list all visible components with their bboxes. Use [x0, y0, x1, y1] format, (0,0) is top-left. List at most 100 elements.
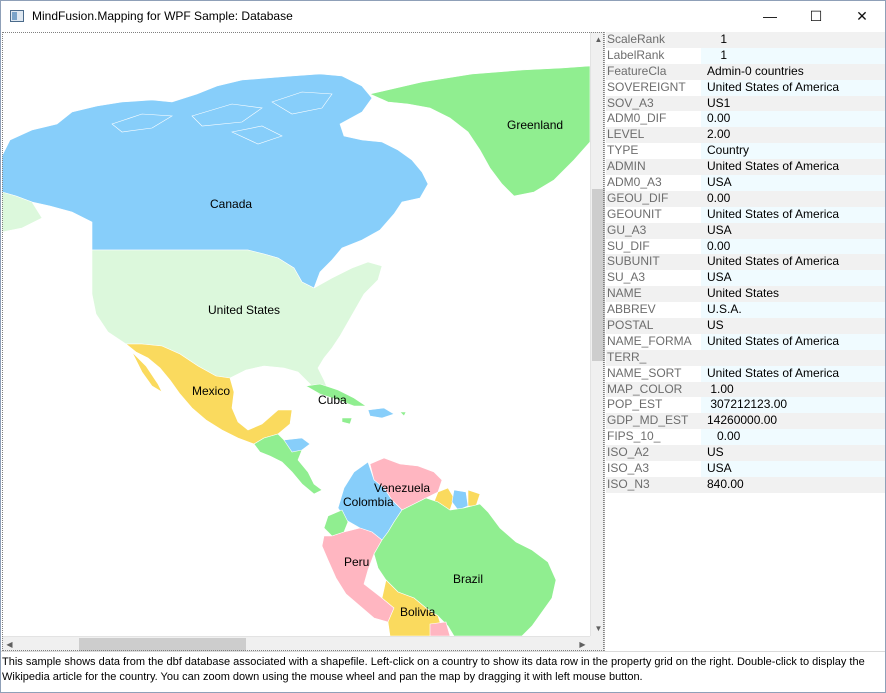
country-suriname[interactable] — [451, 489, 469, 511]
property-row[interactable]: SUBUNIT United States of America — [606, 254, 885, 271]
property-row[interactable]: SU_DIF 0.00 — [606, 238, 885, 255]
property-value[interactable]: United States — [701, 286, 885, 303]
property-key: SU_DIF — [607, 238, 650, 253]
property-row[interactable]: SOVEREIGNT United States of America — [606, 79, 885, 96]
property-value[interactable]: 1 — [701, 32, 885, 48]
property-value[interactable]: 14260000.00 — [701, 413, 885, 430]
property-row[interactable]: FIPS_10_ 0.00 — [606, 429, 885, 446]
property-key: TERR_ — [607, 349, 647, 364]
property-row[interactable]: ADMIN United States of America — [606, 159, 885, 176]
property-key: ADM0_DIF — [607, 111, 667, 126]
property-value[interactable] — [701, 349, 885, 366]
property-key: GEOU_DIF — [607, 190, 669, 205]
map-horizontal-scrollbar[interactable]: ◀ ▶ — [2, 636, 590, 651]
property-key: ADM0_A3 — [607, 175, 662, 190]
property-value[interactable]: Country — [701, 143, 885, 160]
property-row[interactable]: LEVEL 2.00 — [606, 127, 885, 144]
map-canvas[interactable]: Greenland Canada United States Mexico Cu… — [2, 32, 590, 636]
app-icon[interactable] — [10, 10, 24, 22]
property-value[interactable]: USA — [701, 461, 885, 477]
property-value[interactable]: USA — [701, 222, 885, 239]
scroll-right-icon[interactable]: ▶ — [575, 637, 590, 652]
property-row[interactable]: SU_A3 USA — [606, 270, 885, 287]
property-key: FIPS_10_ — [607, 429, 661, 444]
country-french-guiana[interactable] — [467, 489, 481, 507]
property-row[interactable]: NAME_FORMA United States of America — [606, 333, 885, 350]
country-hispaniola[interactable] — [367, 407, 395, 419]
property-value[interactable]: 307212123.00 — [701, 397, 885, 414]
property-row[interactable]: GEOU_DIF 0.00 — [606, 190, 885, 207]
property-value[interactable]: 840.00 — [701, 476, 885, 493]
property-row[interactable]: NAME_SORT United States of America — [606, 365, 885, 382]
map-vertical-scrollbar[interactable]: ▲ ▼ — [590, 32, 605, 636]
maximize-button[interactable]: ☐ — [793, 1, 839, 31]
property-value[interactable]: 2.00 — [701, 127, 885, 144]
property-key: SUBUNIT — [607, 254, 660, 269]
property-row[interactable]: ISO_A3 USA — [606, 461, 885, 477]
property-key: NAME_SORT — [607, 365, 682, 380]
property-value[interactable]: US1 — [701, 95, 885, 112]
close-button[interactable]: ✕ — [839, 1, 885, 31]
property-row[interactable]: POP_EST 307212123.00 — [606, 397, 885, 414]
property-key: GEOUNIT — [607, 206, 662, 221]
property-key: ABBREV — [607, 302, 656, 317]
property-value[interactable]: 0.00 — [701, 238, 885, 255]
property-value[interactable]: 0.00 — [701, 429, 885, 446]
label-canada: Canada — [210, 197, 252, 211]
property-row[interactable]: GDP_MD_EST 14260000.00 — [606, 413, 885, 430]
property-row[interactable]: ABBREV U.S.A. — [606, 302, 885, 319]
property-row[interactable]: POSTAL US — [606, 318, 885, 334]
window-title: MindFusion.Mapping for WPF Sample: Datab… — [32, 9, 293, 23]
minimize-button[interactable]: — — [747, 1, 793, 31]
property-row[interactable]: ADM0_A3 USA — [606, 175, 885, 191]
property-value[interactable]: United States of America — [701, 254, 885, 271]
property-value[interactable]: 0.00 — [701, 111, 885, 128]
property-value[interactable]: United States of America — [701, 333, 885, 350]
property-value[interactable]: United States of America — [701, 206, 885, 223]
property-value[interactable]: U.S.A. — [701, 302, 885, 319]
property-key: ISO_N3 — [607, 476, 650, 491]
property-key: MAP_COLOR — [607, 381, 683, 396]
map-view[interactable]: Greenland Canada United States Mexico Cu… — [2, 32, 590, 636]
country-united-states[interactable] — [91, 249, 383, 397]
property-key: GU_A3 — [607, 222, 647, 237]
property-row[interactable]: ADM0_DIF 0.00 — [606, 111, 885, 128]
property-key: ScaleRank — [607, 32, 666, 46]
property-row[interactable]: ISO_A2 US — [606, 445, 885, 462]
property-key: SU_A3 — [607, 270, 646, 285]
property-row[interactable]: SOV_A3 US1 — [606, 95, 885, 112]
label-cuba: Cuba — [318, 393, 347, 407]
property-row[interactable]: GEOUNIT United States of America — [606, 206, 885, 223]
property-key: POP_EST — [607, 397, 663, 412]
property-key: SOV_A3 — [607, 95, 654, 110]
label-venezuela: Venezuela — [374, 481, 430, 495]
property-value[interactable]: US — [701, 445, 885, 462]
title-bar[interactable]: MindFusion.Mapping for WPF Sample: Datab… — [1, 1, 885, 31]
property-key: LabelRank — [607, 47, 665, 62]
instructions-text: This sample shows data from the dbf data… — [1, 651, 885, 693]
property-value[interactable]: United States of America — [701, 79, 885, 96]
property-value[interactable]: United States of America — [701, 159, 885, 176]
property-row[interactable]: MAP_COLOR 1.00 — [606, 381, 885, 398]
property-value[interactable]: Admin-0 countries — [701, 63, 885, 80]
property-row[interactable]: TYPE Country — [606, 143, 885, 160]
property-row[interactable]: TERR_ — [606, 349, 885, 366]
property-value[interactable]: USA — [701, 175, 885, 191]
property-key: ADMIN — [607, 159, 646, 174]
property-key: ISO_A2 — [607, 445, 650, 460]
property-row[interactable]: GU_A3 USA — [606, 222, 885, 239]
property-row[interactable]: FeatureCla Admin-0 countries — [606, 63, 885, 80]
property-value[interactable]: 1 — [701, 47, 885, 64]
property-value[interactable]: United States of America — [701, 365, 885, 382]
property-row[interactable]: ISO_N3 840.00 — [606, 476, 885, 493]
property-row[interactable]: NAME United States — [606, 286, 885, 303]
property-value[interactable]: USA — [701, 270, 885, 287]
property-row[interactable]: LabelRank 1 — [606, 47, 885, 64]
property-value[interactable]: 0.00 — [701, 190, 885, 207]
horizontal-scroll-thumb[interactable] — [79, 638, 246, 651]
property-row[interactable]: ScaleRank 1 — [606, 32, 885, 48]
app-window: MindFusion.Mapping for WPF Sample: Datab… — [0, 0, 886, 693]
property-value[interactable]: 1.00 — [701, 381, 885, 398]
scroll-left-icon[interactable]: ◀ — [2, 637, 17, 652]
property-value[interactable]: US — [701, 318, 885, 334]
